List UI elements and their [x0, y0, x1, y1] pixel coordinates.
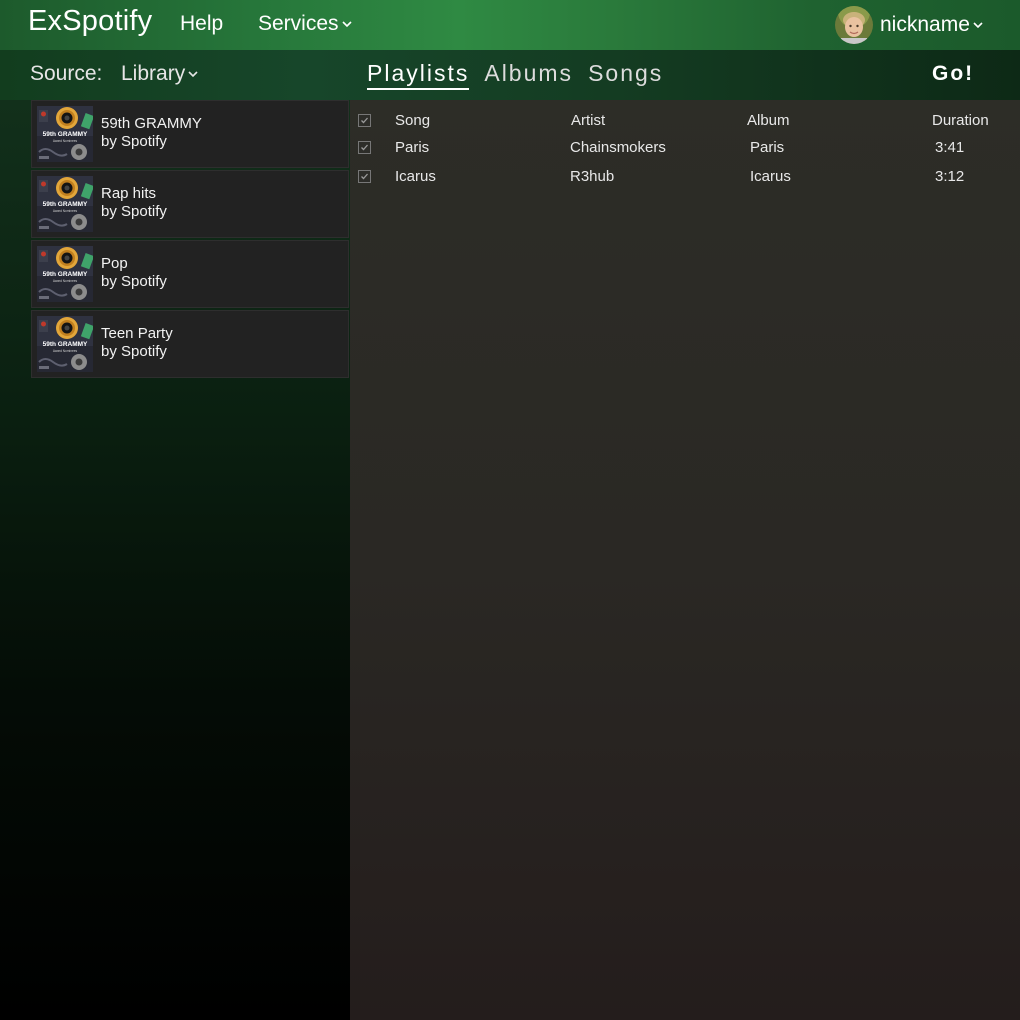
chevron-down-icon: [973, 20, 983, 30]
services-menu[interactable]: Services: [258, 12, 352, 36]
playlist-name: Teen Party: [101, 325, 173, 342]
column-header-song[interactable]: Song: [395, 112, 430, 129]
svg-text:59th GRAMMY: 59th GRAMMY: [43, 131, 88, 138]
album-cover: 59th GRAMMY Award Nominees: [37, 316, 95, 372]
user-menu[interactable]: nickname: [835, 6, 983, 44]
playlist-owner: by Spotify: [101, 343, 167, 360]
username: nickname: [880, 13, 970, 36]
playlist-item[interactable]: 59th GRAMMY Award Nominees Rap hits by S…: [31, 170, 349, 238]
songs-panel: [350, 100, 1020, 1020]
song-album: Icarus: [750, 168, 791, 185]
avatar: [835, 6, 873, 44]
playlist-item[interactable]: 59th GRAMMY Award Nominees 59th GRAMMY b…: [31, 100, 349, 168]
playlist-name: 59th GRAMMY: [101, 115, 202, 132]
tab-albums[interactable]: Albums: [484, 60, 573, 90]
app-logo[interactable]: ExSpotify: [28, 5, 152, 38]
song-duration: 3:41: [935, 139, 965, 156]
chevron-down-icon: [188, 69, 198, 79]
go-button[interactable]: Go!: [932, 62, 974, 86]
song-duration: 3:12: [935, 168, 965, 185]
playlist-name: Pop: [101, 255, 128, 272]
source-value: Library: [121, 62, 186, 85]
song-artist: R3hub: [570, 168, 615, 185]
help-link[interactable]: Help: [180, 12, 223, 36]
playlist-name: Rap hits: [101, 185, 157, 202]
select-all-checkbox[interactable]: [358, 114, 371, 127]
column-header-album[interactable]: Album: [747, 112, 790, 129]
source-label: Source:: [30, 62, 103, 85]
services-label: Services: [258, 12, 339, 35]
album-cover: 59th GRAMMY Award Nominees: [37, 106, 95, 162]
svg-text:59th GRAMMY: 59th GRAMMY: [43, 201, 88, 208]
svg-text:59th GRAMMY: 59th GRAMMY: [43, 341, 88, 348]
source-dropdown[interactable]: Library: [121, 62, 198, 86]
tab-songs[interactable]: Songs: [588, 60, 663, 90]
album-cover: 59th GRAMMY Award Nominees: [37, 246, 95, 302]
top-nav-bar: ExSpotify Help Services nickname: [0, 0, 1020, 50]
row-checkbox[interactable]: [358, 170, 371, 183]
svg-text:Award Nominees: Award Nominees: [53, 279, 78, 283]
svg-text:Award Nominees: Award Nominees: [53, 139, 78, 143]
row-checkbox[interactable]: [358, 141, 371, 154]
song-title: Paris: [395, 139, 430, 156]
playlist-item[interactable]: 59th GRAMMY Award Nominees Teen Party by…: [31, 310, 349, 378]
playlist-owner: by Spotify: [101, 203, 167, 220]
tab-playlists[interactable]: Playlists: [367, 60, 470, 90]
column-header-duration[interactable]: Duration: [932, 112, 989, 129]
view-tabs: Playlists Albums Songs: [367, 60, 663, 90]
playlist-sidebar: [0, 100, 350, 1020]
playlist-item[interactable]: 59th GRAMMY Award Nominees Pop by Spotif…: [31, 240, 349, 308]
album-cover: 59th GRAMMY Award Nominees: [37, 176, 95, 232]
svg-text:59th GRAMMY: 59th GRAMMY: [43, 271, 88, 278]
chevron-down-icon: [341, 19, 352, 29]
app-window: ExSpotify Help Services nickname Source:…: [0, 0, 1020, 1020]
svg-text:Award Nominees: Award Nominees: [53, 209, 78, 213]
song-artist: Chainsmokers: [570, 139, 666, 156]
song-title: Icarus: [395, 168, 436, 185]
column-header-artist[interactable]: Artist: [571, 112, 605, 129]
playlist-owner: by Spotify: [101, 133, 167, 150]
playlist-owner: by Spotify: [101, 273, 167, 290]
svg-text:Award Nominees: Award Nominees: [53, 349, 78, 353]
song-album: Paris: [750, 139, 785, 156]
